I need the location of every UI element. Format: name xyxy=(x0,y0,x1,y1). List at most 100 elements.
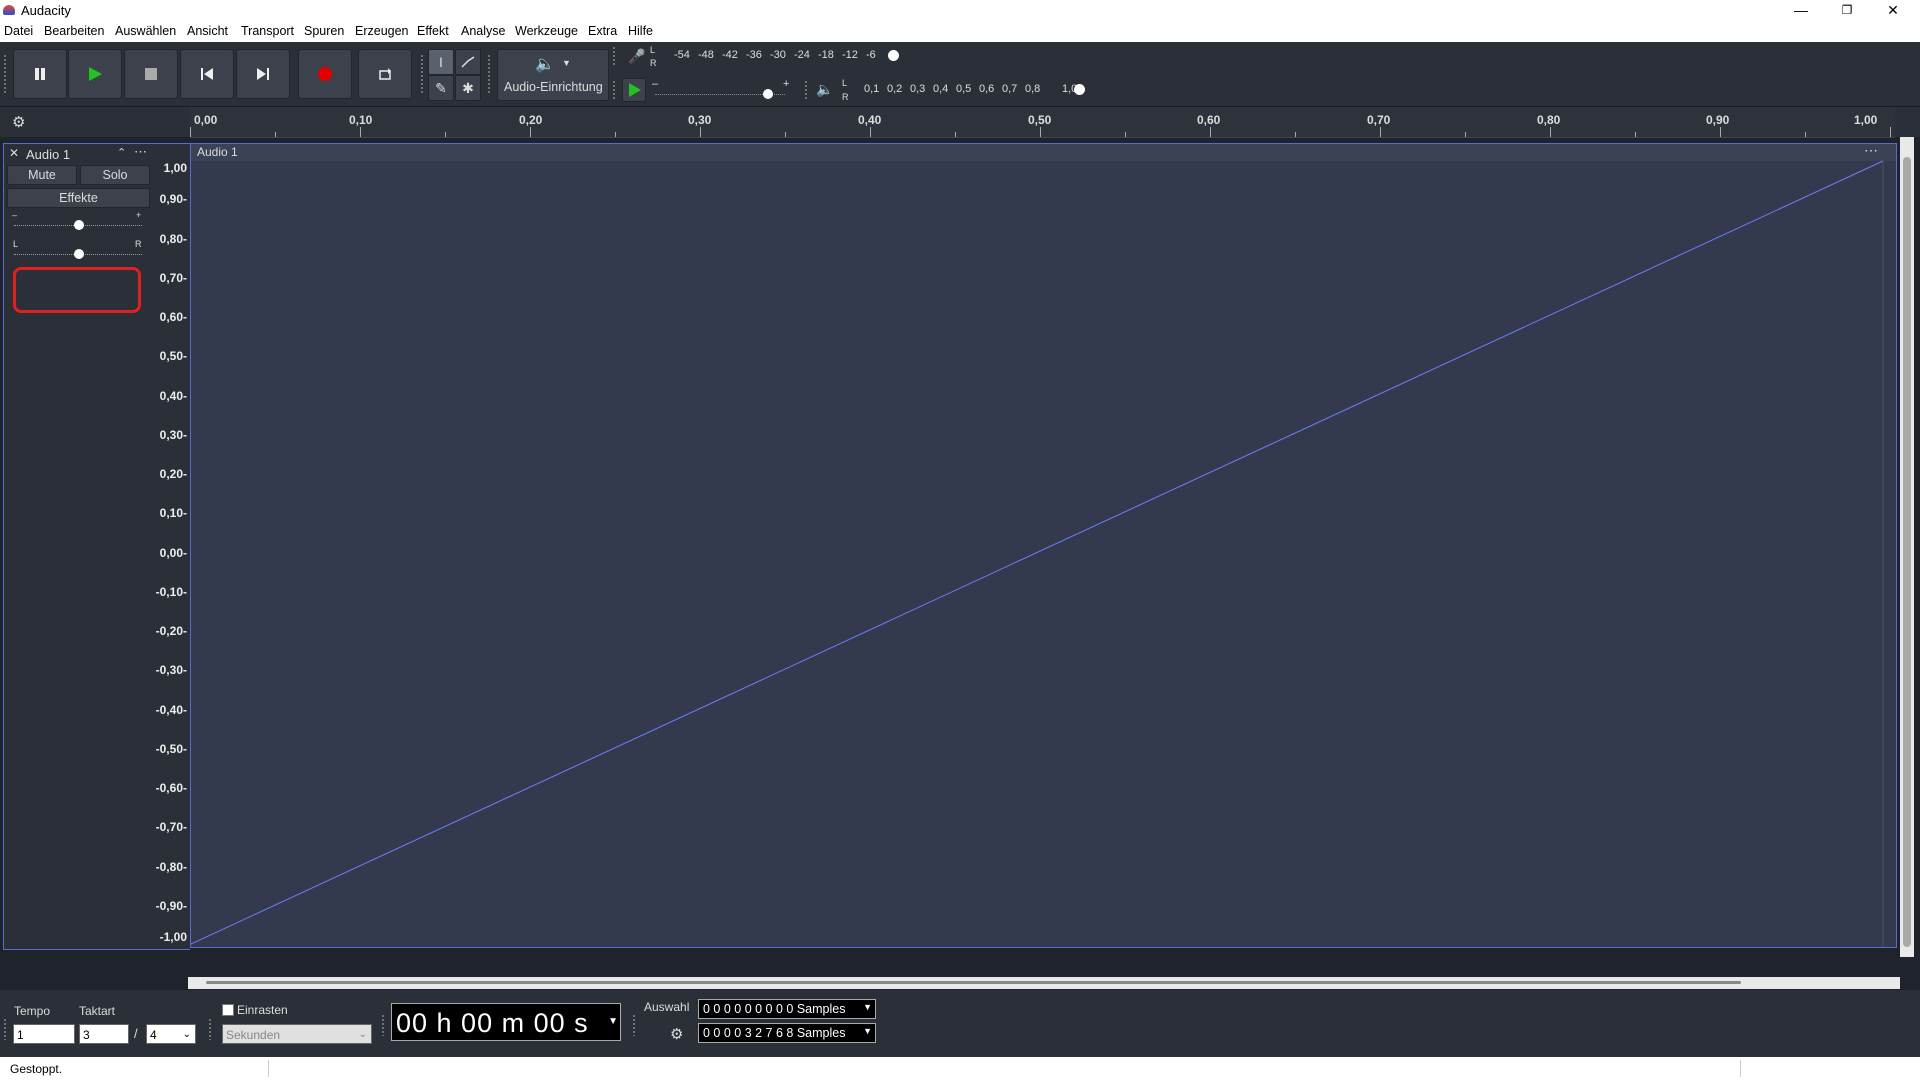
grip[interactable] xyxy=(3,1018,7,1040)
scale-label: 0,60- xyxy=(159,310,187,324)
menu-bearbeiten[interactable]: Bearbeiten xyxy=(44,24,104,38)
skip-to-start-button[interactable] xyxy=(180,49,234,99)
time-signature-denominator-select[interactable]: 4 ⌄ xyxy=(146,1024,196,1044)
play-meter-grip[interactable] xyxy=(804,80,808,100)
pencil-icon: ✎ xyxy=(435,79,447,96)
pause-button[interactable] xyxy=(13,49,67,99)
tempo-label: Tempo xyxy=(14,1004,51,1018)
speaker-icon[interactable]: 🔈 xyxy=(816,81,833,98)
meter-tick: 0,3 xyxy=(910,83,926,95)
restore-button[interactable]: ❐ xyxy=(1824,0,1870,20)
record-meter-grip[interactable] xyxy=(612,46,616,66)
solo-button[interactable]: Solo xyxy=(80,165,150,185)
bottom-toolbar: Tempo 1 Taktart 3 / 4 ⌄ Einrasten Sekunde… xyxy=(0,990,1920,1057)
menu-erzeugen[interactable]: Erzeugen xyxy=(355,24,409,38)
menu-extra[interactable]: Extra xyxy=(588,24,617,38)
tempo-value: 1 xyxy=(17,1028,24,1042)
menu-ansicht[interactable]: Ansicht xyxy=(187,24,228,38)
timeline-settings-gear-icon[interactable]: ⚙ xyxy=(12,113,25,131)
selection-end-field[interactable]: 0 0 0 0 3 2 7 6 8 Samples ▼ xyxy=(698,1023,876,1043)
meter-tick: 0,7 xyxy=(1002,83,1018,95)
gain-slider-knob[interactable] xyxy=(74,220,84,230)
record-meter[interactable]: -54 -48 -42 -36 -30 -24 -18 -12 -6 xyxy=(662,48,902,66)
meter-tick: -54 xyxy=(674,49,690,61)
speed-slider-knob[interactable] xyxy=(763,89,773,99)
toolbar-grip[interactable] xyxy=(3,54,7,94)
play-at-speed-grip[interactable] xyxy=(612,80,616,100)
waveform-area[interactable]: Audio 1 ⋯ xyxy=(190,142,1897,948)
menu-auswaehlen[interactable]: Auswählen xyxy=(115,24,176,38)
stop-button[interactable] xyxy=(124,49,178,99)
microphone-icon[interactable]: 🎤 xyxy=(628,48,645,65)
tempo-input[interactable]: 1 xyxy=(13,1024,75,1044)
grip[interactable] xyxy=(632,1014,636,1036)
scale-label: -0,80- xyxy=(155,860,187,874)
time-signature-label: Taktart xyxy=(79,1004,116,1018)
play-icon xyxy=(89,67,102,81)
asterisk-icon: ✱ xyxy=(462,79,474,96)
selection-start-field[interactable]: 0 0 0 0 0 0 0 0 0 Samples ▼ xyxy=(698,999,876,1019)
time-signature-numerator-input[interactable]: 3 xyxy=(79,1024,129,1044)
waveform-svg xyxy=(191,160,1884,947)
draw-tool-button[interactable]: ✎ xyxy=(428,75,454,101)
scale-label: 0,90- xyxy=(159,192,187,206)
playback-meter-knob[interactable] xyxy=(1074,84,1085,95)
playback-meter[interactable]: 0,1 0,2 0,3 0,4 0,5 0,6 0,7 0,8 1,0 xyxy=(858,82,1090,100)
scale-label: 0,20- xyxy=(159,467,187,481)
record-button[interactable] xyxy=(298,49,352,99)
selection-settings-gear-icon[interactable]: ⚙ xyxy=(670,1025,683,1043)
select-tool-button[interactable]: I xyxy=(428,49,454,75)
collapse-track-icon[interactable]: ⌃ xyxy=(117,146,126,159)
audacity-logo-icon xyxy=(3,5,15,15)
effects-button[interactable]: Effekte xyxy=(7,188,150,208)
scale-label: -0,70- xyxy=(155,820,187,834)
speed-plus-label: + xyxy=(783,78,790,90)
snap-checkbox[interactable] xyxy=(222,1004,234,1016)
menu-analyse[interactable]: Analyse xyxy=(461,24,505,38)
multi-tool-button[interactable]: ✱ xyxy=(455,75,481,101)
envelope-tool-button[interactable] xyxy=(455,49,481,75)
menu-bar: Datei Bearbeiten Auswählen Ansicht Trans… xyxy=(0,20,1920,42)
track-name[interactable]: Audio 1 xyxy=(26,147,70,162)
timeline-ruler[interactable]: 0,00 0,10 0,20 0,30 0,40 0,50 0,60 0,70 … xyxy=(190,107,1895,138)
meter-tick: -12 xyxy=(842,49,858,61)
grip[interactable] xyxy=(208,1018,212,1040)
loop-button[interactable] xyxy=(358,49,412,99)
menu-spuren[interactable]: Spuren xyxy=(304,24,344,38)
vertical-scrollbar[interactable] xyxy=(1900,137,1914,957)
meter-l-label: L xyxy=(842,78,848,88)
amplitude-scale[interactable]: 1,00 0,90- 0,80- 0,70- 0,60- 0,50- 0,40-… xyxy=(152,143,190,950)
skip-to-end-button[interactable] xyxy=(236,49,290,99)
vertical-scroll-thumb[interactable] xyxy=(1903,157,1911,947)
play-at-speed-button[interactable] xyxy=(622,78,646,102)
highlight-box[interactable] xyxy=(13,267,141,313)
minimize-button[interactable]: — xyxy=(1778,0,1824,20)
close-track-icon[interactable]: ✕ xyxy=(9,146,19,160)
tools-grip[interactable] xyxy=(420,54,424,94)
play-button[interactable] xyxy=(68,49,122,99)
close-window-button[interactable]: ✕ xyxy=(1870,0,1916,20)
ruler-tick: 0,20 xyxy=(519,113,543,127)
time-display[interactable]: 00 h 00 m 00 s ▼ xyxy=(391,1003,621,1041)
audio-setup-label: Audio-Einrichtung xyxy=(504,80,603,94)
track-menu-icon[interactable]: ⋯ xyxy=(134,144,147,160)
menu-datei[interactable]: Datei xyxy=(4,24,33,38)
menu-transport[interactable]: Transport xyxy=(241,24,294,38)
record-meter-knob[interactable] xyxy=(888,50,899,61)
audio-setup-button[interactable]: 🔈 ▼ Audio-Einrichtung xyxy=(497,49,609,101)
chevron-down-icon: ▼ xyxy=(863,1026,872,1036)
skip-start-icon xyxy=(201,68,213,80)
mute-button[interactable]: Mute xyxy=(7,165,77,185)
pan-slider-knob[interactable] xyxy=(74,249,84,259)
status-bar: Gestoppt. xyxy=(0,1057,1920,1080)
horizontal-scroll-thumb[interactable] xyxy=(206,981,1741,984)
menu-hilfe[interactable]: Hilfe xyxy=(628,24,653,38)
menu-effekt[interactable]: Effekt xyxy=(417,24,449,38)
grip[interactable] xyxy=(381,1014,385,1036)
snap-unit-select[interactable]: Sekunden ⌄ xyxy=(222,1024,372,1044)
scale-label: -0,40- xyxy=(155,703,187,717)
audio-setup-grip[interactable] xyxy=(487,54,491,94)
meter-r-label: R xyxy=(842,92,849,102)
menu-werkzeuge[interactable]: Werkzeuge xyxy=(515,24,578,38)
horizontal-scrollbar[interactable] xyxy=(188,977,1900,989)
